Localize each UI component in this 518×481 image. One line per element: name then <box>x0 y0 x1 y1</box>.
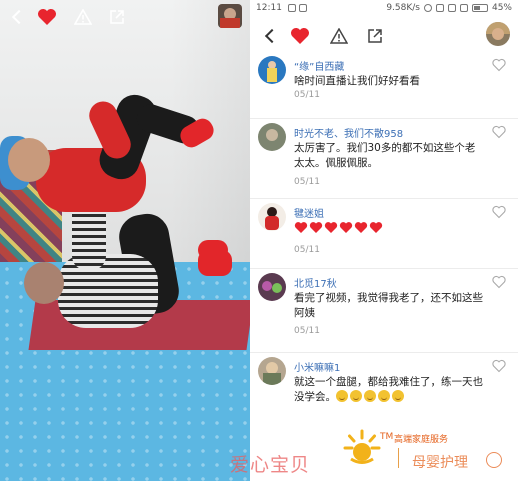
share-icon[interactable] <box>106 6 128 28</box>
battery-percent: 45% <box>491 3 512 13</box>
comment-text: 太厉害了。我们30多的都不如这些个老太太。佩服佩服。 <box>294 142 476 169</box>
back-chevron-icon[interactable] <box>264 25 280 47</box>
comment-date: 05/11 <box>294 90 320 100</box>
red-heart-emoji <box>294 222 308 233</box>
like-heart-icon[interactable] <box>492 205 506 219</box>
red-heart-emoji <box>369 222 383 233</box>
figure-bottom-head <box>24 262 64 304</box>
emoji-row <box>336 390 406 403</box>
red-heart-emoji <box>339 222 353 233</box>
video-frame[interactable] <box>0 0 250 481</box>
red-heart-emoji <box>309 222 323 233</box>
commenter-avatar[interactable] <box>258 123 286 151</box>
comments-pane: 12:11 9.58K/s 45% “缘”自西藏 啥时间直播让我们好好看看 05… <box>250 0 518 481</box>
battery-icon <box>471 4 488 12</box>
like-heart-icon[interactable] <box>492 125 506 139</box>
laugh-emoji <box>336 390 348 402</box>
sun-logo-icon <box>343 429 381 464</box>
like-heart-icon[interactable] <box>492 275 506 289</box>
comment-date: 05/11 <box>294 326 320 336</box>
commenter-avatar[interactable] <box>258 56 286 84</box>
status-bar: 12:11 9.58K/s 45% <box>250 0 518 16</box>
commenter-name[interactable]: 北觅17秋 <box>294 275 337 290</box>
screenshot-root: 12:11 9.58K/s 45% “缘”自西藏 啥时间直播让我们好好看看 05… <box>0 0 518 481</box>
watermark-tm: TM <box>380 432 394 442</box>
commenter-name[interactable]: 时光不老、我们不散958 <box>294 125 403 140</box>
watermark-service: 母婴护理 <box>412 455 468 471</box>
comment-date: 05/11 <box>294 245 320 255</box>
comment-item: 时光不老、我们不散958 太厉害了。我们30多的都不如这些个老太太。佩服佩服。 … <box>250 119 518 199</box>
comment-list: “缘”自西藏 啥时间直播让我们好好看看 05/11 时光不老、我们不散958 太… <box>250 52 518 433</box>
figure-bottom-body <box>58 254 158 328</box>
back-chevron-icon[interactable] <box>10 6 28 28</box>
warning-icon[interactable] <box>328 25 350 47</box>
comment-item: 毽迷姐 05/11 <box>250 199 518 269</box>
figure-top-head <box>8 138 50 182</box>
signal-icon <box>447 4 456 12</box>
share-icon[interactable] <box>364 25 386 47</box>
red-heart-emoji <box>354 222 368 233</box>
app-icon <box>298 4 307 12</box>
laugh-emoji <box>378 390 390 402</box>
laugh-emoji <box>392 390 404 402</box>
notification-icon <box>287 4 296 12</box>
video-toolbar <box>0 0 250 34</box>
comment-item: “缘”自西藏 啥时间直播让我们好好看看 05/11 <box>250 52 518 119</box>
comment-text: 看完了视频，我觉得我老了，还不如这些阿姨 <box>294 292 483 319</box>
watermark-brand: 爱心宝贝 <box>230 454 311 476</box>
like-heart-icon[interactable] <box>492 58 506 72</box>
heart-icon[interactable] <box>288 25 312 47</box>
commenter-avatar[interactable] <box>258 203 286 231</box>
heart-icon[interactable] <box>36 6 58 28</box>
comment-hearts <box>294 221 484 239</box>
smile-face-icon <box>486 452 502 468</box>
comment-item: 北觅17秋 看完了视频，我觉得我老了，还不如这些阿姨 05/11 <box>250 269 518 353</box>
comment-text: 就这一个盘腿，都给我难住了，练一天也没学会。 <box>294 375 484 405</box>
watermark-subtitle: 高端家庭服务 <box>394 435 449 445</box>
alarm-icon <box>423 4 432 12</box>
brand-watermark: 爱心宝贝 TM 高端家庭服务 母婴护理 <box>230 420 518 481</box>
comment-date: 05/11 <box>294 177 320 187</box>
laugh-emoji <box>350 390 362 402</box>
commenter-avatar[interactable] <box>258 357 286 385</box>
user-avatar[interactable] <box>218 4 242 28</box>
user-avatar[interactable] <box>486 22 510 46</box>
wifi-icon <box>459 4 468 12</box>
watermark-divider <box>398 448 399 468</box>
commenter-name[interactable]: “缘”自西藏 <box>294 58 344 73</box>
commenter-avatar[interactable] <box>258 273 286 301</box>
warning-icon[interactable] <box>72 6 94 28</box>
commenter-name[interactable]: 小米嘛嘛1 <box>294 359 340 374</box>
network-speed: 9.58K/s <box>386 3 420 13</box>
comment-text: 啥时间直播让我们好好看看 <box>294 75 420 87</box>
laugh-emoji <box>364 390 376 402</box>
red-heart-emoji <box>324 222 338 233</box>
commenter-name[interactable]: 毽迷姐 <box>294 205 324 220</box>
vibrate-icon <box>435 4 444 12</box>
like-heart-icon[interactable] <box>492 359 506 373</box>
comments-toolbar <box>250 18 518 54</box>
status-time: 12:11 <box>256 3 282 13</box>
